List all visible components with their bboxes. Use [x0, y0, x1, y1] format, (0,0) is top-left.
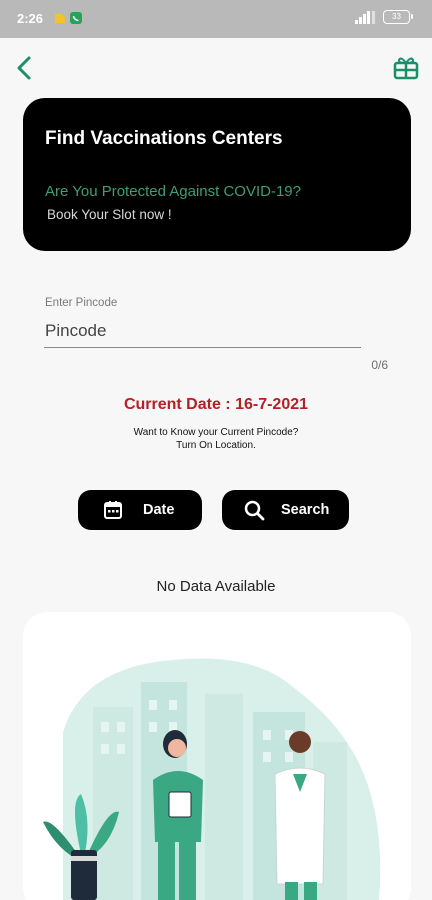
file-icon — [55, 14, 65, 23]
empty-state-text: No Data Available — [156, 578, 276, 595]
healthcare-workers-illustration — [43, 658, 381, 900]
current-date: Current Date : 16-7-2021 — [123, 396, 309, 413]
hero-cta-text: Book Your Slot now ! — [47, 207, 172, 222]
status-right: 33 — [355, 10, 413, 24]
battery-icon: 33 — [383, 10, 413, 24]
pincode-input[interactable] — [44, 314, 361, 348]
gift-box-icon[interactable] — [392, 54, 420, 80]
location-hint[interactable]: Want to Know your Current Pincode? Turn … — [0, 426, 432, 452]
date-button-label: Date — [143, 502, 175, 518]
hero-card: Find Vaccinations Centers Are You Protec… — [23, 98, 411, 251]
signal-icon — [355, 10, 375, 24]
location-hint-line1: Want to Know your Current Pincode? — [133, 427, 299, 438]
search-icon — [244, 500, 265, 520]
status-bar: 2:26 33 — [0, 0, 432, 38]
illustration-card — [23, 612, 411, 900]
app-bar — [0, 38, 432, 98]
hero-title: Find Vaccinations Centers — [45, 128, 283, 149]
status-time: 2:26 — [17, 11, 44, 26]
whatsapp-icon — [70, 12, 82, 24]
date-button[interactable]: Date — [78, 490, 202, 530]
search-button[interactable]: Search — [222, 490, 349, 530]
search-button-label: Search — [281, 502, 330, 518]
location-hint-line2: Turn On Location. — [176, 440, 256, 451]
pincode-label: Enter Pincode — [45, 297, 118, 309]
pincode-char-counter: 0/6 — [371, 358, 388, 372]
chevron-left-icon[interactable] — [12, 54, 38, 82]
hero-question: Are You Protected Against COVID-19? — [45, 183, 301, 200]
calendar-icon — [104, 501, 122, 519]
